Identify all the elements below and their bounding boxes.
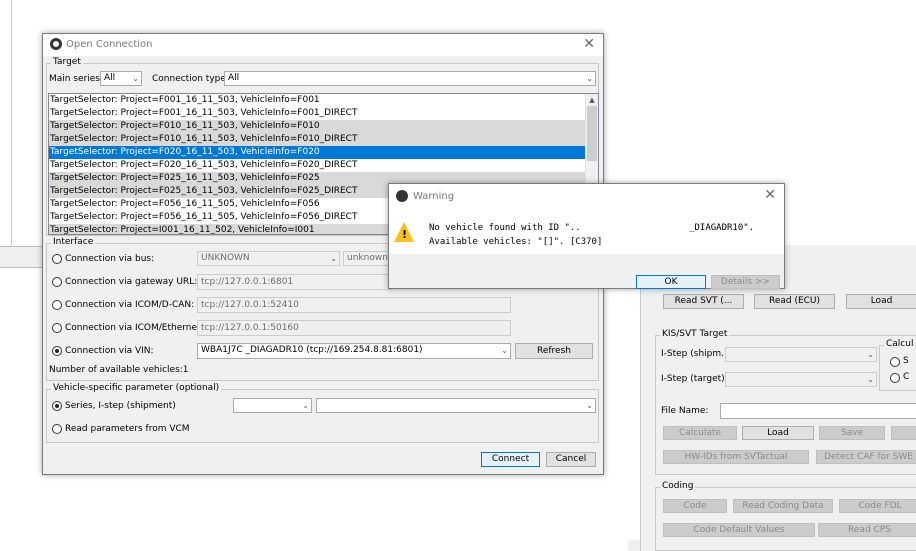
- conn-gateway-label: Connection via gateway URL:: [65, 277, 198, 287]
- istep-select[interactable]: ⌄: [316, 398, 596, 413]
- details-button[interactable]: Details >>: [711, 275, 780, 289]
- calc-radio-1-label: S: [903, 356, 909, 366]
- app-icon: [396, 190, 408, 202]
- read-cps-button[interactable]: Read CPS: [818, 523, 916, 537]
- code-fdl-button[interactable]: Code FDL: [839, 499, 916, 513]
- bus-radio[interactable]: [52, 254, 62, 264]
- ok-button[interactable]: OK: [636, 275, 706, 289]
- warning-dialog: Warning ✕ ! No vehicle found with ID "..…: [388, 183, 785, 289]
- calc-radio-2-label: C: [903, 372, 910, 382]
- istep-shipment-combo[interactable]: ⌄: [725, 347, 877, 362]
- chevron-down-icon: ⌄: [867, 350, 874, 359]
- group-title: Interface: [51, 237, 96, 247]
- icom-can-field[interactable]: tcp://127.0.0.1:52410: [197, 297, 511, 313]
- file-name-input[interactable]: [720, 403, 916, 419]
- available-vehicles-text: Number of available vehicles:1: [49, 365, 189, 375]
- target-list-item[interactable]: TargetSelector: Project=F010_16_11_503, …: [49, 120, 598, 133]
- group-title: Calcul: [884, 339, 916, 349]
- target-list-item[interactable]: TargetSelector: Project=F001_16_11_503, …: [49, 107, 598, 120]
- read-vcm-radio[interactable]: [52, 424, 62, 434]
- group-title: Target: [51, 57, 83, 67]
- istep-target-combo[interactable]: ⌄: [725, 372, 877, 387]
- detect-caf-button[interactable]: Detect CAF for SWE: [816, 450, 916, 464]
- main-series-label: Main series:: [49, 74, 104, 84]
- load-button[interactable]: Load: [846, 294, 916, 309]
- bus-value-2: unknown: [347, 253, 388, 263]
- connection-type-value: All: [228, 73, 240, 83]
- series-select[interactable]: ⌄: [233, 398, 312, 413]
- istep-shipment-label: I-Step (shipm.):: [661, 349, 731, 359]
- istep-target-label: I-Step (target):: [661, 374, 728, 384]
- refresh-button[interactable]: Refresh: [515, 343, 593, 359]
- coding-group: Coding: [655, 481, 916, 551]
- warning-title: Warning: [413, 191, 455, 202]
- chevron-down-icon: ⌄: [302, 401, 309, 410]
- conn-icom-can-label: Connection via ICOM/D-CAN:: [65, 300, 195, 310]
- code-default-values-button[interactable]: Code Default Values: [663, 523, 815, 537]
- vin-radio[interactable]: [52, 346, 62, 356]
- connection-type-select[interactable]: All ⌄: [224, 71, 596, 86]
- calculation-group: Calcul: [879, 339, 916, 391]
- hw-ids-button[interactable]: HW-IDs from SVTactual: [663, 450, 809, 464]
- gateway-url-field[interactable]: tcp://127.0.0.1:6801: [197, 274, 392, 290]
- group-title: Vehicle-specific parameter (optional): [51, 383, 222, 393]
- series-istep-radio[interactable]: [52, 401, 62, 411]
- chevron-down-icon: ⌄: [132, 74, 139, 83]
- icom-ethernet-radio[interactable]: [52, 323, 62, 333]
- icom-ethernet-field[interactable]: tcp://127.0.0.1:50160: [197, 320, 511, 336]
- warning-exclamation: !: [402, 228, 408, 241]
- save-button[interactable]: Save: [819, 426, 885, 440]
- read-ecu-button[interactable]: Read (ECU): [754, 294, 835, 309]
- chevron-down-icon: ⌄: [330, 254, 337, 263]
- connection-type-label: Connection type:: [152, 74, 229, 84]
- chevron-down-icon: ⌄: [867, 375, 874, 384]
- close-icon[interactable]: ✕: [764, 187, 776, 203]
- vin-value: WBA1J7C _DIAGADR10 (tcp://169.254.8.81:6…: [201, 345, 423, 355]
- warning-message-line-1: No vehicle found with ID ".. _DIAGADR10"…: [429, 223, 755, 233]
- chevron-down-icon: ⌄: [501, 346, 508, 355]
- read-vcm-label: Read parameters from VCM: [65, 424, 190, 434]
- chevron-down-icon: ⌄: [586, 401, 593, 410]
- background-panel: Read SVT (... Read (ECU) Load KIS/SVT Ta…: [640, 245, 916, 551]
- extra-button[interactable]: [891, 426, 916, 440]
- dialog-title: Open Connection: [66, 39, 153, 50]
- target-list-item[interactable]: TargetSelector: Project=F020_16_11_503, …: [49, 146, 598, 159]
- calc-radio-2[interactable]: [890, 373, 900, 383]
- read-coding-data-button[interactable]: Read Coding Data: [733, 499, 833, 513]
- group-title: KIS/SVT Target: [660, 329, 730, 339]
- main-series-value: All: [104, 73, 116, 83]
- scroll-thumb[interactable]: [587, 106, 597, 161]
- conn-icom-ethernet-label: Connection via ICOM/Ethernet:: [65, 323, 204, 333]
- series-istep-label: Series, I-step (shipment): [65, 401, 176, 411]
- dialog-titlebar: Open Connection ✕: [43, 34, 603, 56]
- bus-select-2[interactable]: unknown: [343, 251, 390, 266]
- connect-button[interactable]: Connect: [481, 452, 540, 467]
- conn-bus-label: Connection via bus:: [65, 254, 155, 264]
- warning-body: Warning ✕ ! No vehicle found with ID "..…: [389, 184, 784, 254]
- file-name-label: File Name:: [661, 406, 709, 416]
- calc-radio-1[interactable]: [890, 357, 900, 367]
- calculate-button[interactable]: Calculate: [663, 426, 737, 440]
- conn-vin-label: Connection via VIN:: [65, 346, 154, 356]
- divider: [11, 0, 12, 245]
- main-series-select[interactable]: All ⌄: [100, 71, 142, 86]
- target-list-item[interactable]: TargetSelector: Project=F010_16_11_503, …: [49, 133, 598, 146]
- close-icon[interactable]: ✕: [583, 36, 595, 52]
- vin-select[interactable]: WBA1J7C _DIAGADR10 (tcp://169.254.8.81:6…: [197, 343, 511, 359]
- icom-can-radio[interactable]: [52, 300, 62, 310]
- warning-message-line-2: Available vehicles: "[]". [C370]: [429, 237, 603, 247]
- load-file-button[interactable]: Load: [742, 426, 814, 440]
- app-icon: [50, 38, 62, 50]
- bus-value: UNKNOWN: [201, 253, 250, 263]
- read-svt-button[interactable]: Read SVT (...: [663, 294, 744, 309]
- scroll-up-icon[interactable]: ▲: [586, 94, 598, 106]
- code-button[interactable]: Code: [663, 499, 727, 513]
- target-list-item[interactable]: TargetSelector: Project=F020_16_11_503, …: [49, 159, 598, 172]
- target-list-item[interactable]: TargetSelector: Project=F001_16_11_503, …: [49, 94, 598, 107]
- bus-select[interactable]: UNKNOWN ⌄: [197, 251, 340, 266]
- chevron-down-icon: ⌄: [586, 74, 593, 83]
- cancel-button[interactable]: Cancel: [546, 452, 596, 467]
- gateway-radio[interactable]: [52, 277, 62, 287]
- group-title: Coding: [660, 481, 696, 491]
